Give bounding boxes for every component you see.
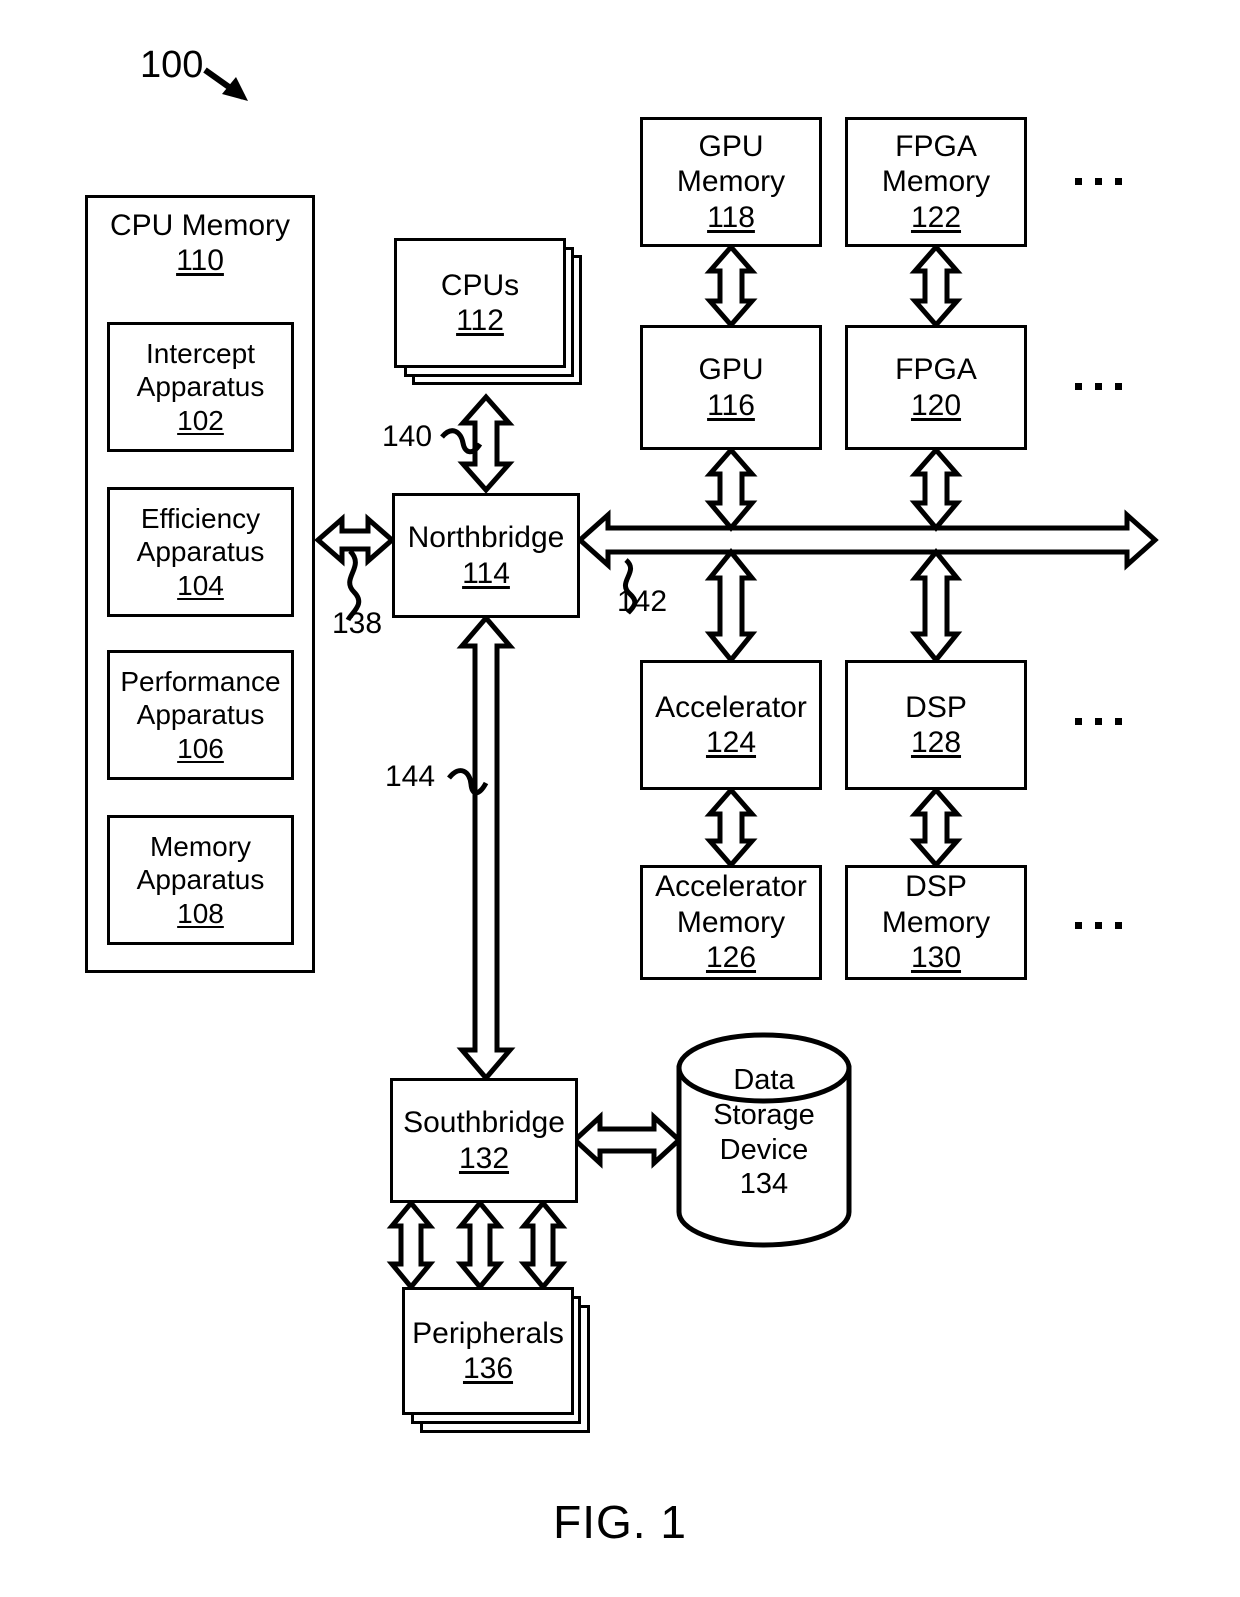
ellipsis-row-memory-top: [1075, 178, 1122, 185]
memory-apparatus-ref: 108: [177, 897, 224, 929]
performance-apparatus-box[interactable]: Performance Apparatus 106: [107, 650, 294, 780]
performance-apparatus-line1: Performance: [120, 666, 281, 698]
accelerator-bus: [576, 509, 1159, 571]
cpu-memory-ref: 110: [176, 244, 224, 278]
fpga-title: FPGA: [895, 353, 977, 387]
gpu-memory-line2: Memory: [676, 165, 786, 199]
arrow-southbridge-datastorage: [571, 1111, 683, 1169]
efficiency-apparatus-ref: 104: [177, 569, 224, 601]
connection-label-138: 138: [332, 607, 383, 640]
peripherals-title: Peripherals: [412, 1316, 564, 1350]
intercept-apparatus-line1: Intercept: [146, 338, 255, 370]
accelerator-memory-box[interactable]: Accelerator Memory 126: [640, 865, 822, 980]
arrow-southbridge-peripherals-2: [455, 1199, 505, 1291]
peripherals-box[interactable]: Peripherals 136: [402, 1287, 574, 1415]
connection-label-142: 142: [617, 585, 668, 618]
figure-caption: FIG. 1: [553, 1496, 687, 1548]
dsp-memory-box[interactable]: DSP Memory 130: [845, 865, 1027, 980]
data-storage-line2: Storage: [713, 1098, 815, 1131]
efficiency-apparatus-box[interactable]: Efficiency Apparatus 104: [107, 487, 294, 617]
gpu-memory-line1: GPU: [698, 129, 764, 163]
cpus-box[interactable]: CPUs 112: [394, 238, 566, 368]
gpu-memory-ref: 118: [707, 200, 755, 234]
accelerator-memory-line2: Memory: [676, 905, 786, 939]
efficiency-apparatus-line1: Efficiency: [140, 503, 261, 535]
leader-140: [440, 428, 483, 455]
gpu-box[interactable]: GPU 116: [640, 325, 822, 450]
accelerator-box[interactable]: Accelerator 124: [640, 660, 822, 790]
arrow-accelerator-acceleratormemory: [704, 786, 758, 869]
cpus-title: CPUs: [440, 268, 520, 302]
arrow-fpgamemory-fpga: [909, 243, 963, 329]
ellipsis-row-memory-bottom: [1075, 922, 1122, 929]
data-storage-line1: Data: [733, 1064, 795, 1096]
performance-apparatus-line2: Apparatus: [136, 699, 265, 731]
arrow-bus-dsp: [909, 548, 963, 664]
dsp-memory-ref: 130: [910, 941, 962, 975]
ellipsis-row-device-lower: [1075, 718, 1122, 725]
accelerator-memory-ref: 126: [705, 941, 757, 975]
arrow-southbridge-peripherals-3: [518, 1199, 568, 1291]
connection-label-140: 140: [382, 420, 433, 453]
fpga-memory-ref: 122: [910, 200, 962, 234]
gpu-title: GPU: [698, 353, 764, 387]
dsp-ref: 128: [910, 726, 962, 759]
memory-apparatus-line1: Memory: [149, 831, 252, 863]
arrow-cpumemory-northbridge: [314, 513, 396, 567]
northbridge-box[interactable]: Northbridge 114: [392, 493, 580, 618]
accelerator-ref: 124: [705, 726, 757, 759]
intercept-apparatus-line2: Apparatus: [136, 371, 265, 403]
arrow-cpus-northbridge: [457, 393, 515, 494]
gpu-memory-box[interactable]: GPU Memory 118: [640, 117, 822, 247]
intercept-apparatus-ref: 102: [177, 404, 224, 436]
peripherals-ref: 136: [462, 1352, 514, 1385]
fpga-ref: 120: [910, 388, 962, 422]
arrow-northbridge-southbridge: [456, 614, 516, 1082]
system-ref-arrow: [203, 67, 248, 101]
arrow-southbridge-peripherals-1: [386, 1199, 436, 1291]
fpga-memory-line2: Memory: [881, 165, 991, 199]
arrow-gpu-bus: [704, 446, 758, 532]
arrow-bus-accelerator: [704, 548, 758, 664]
fpga-memory-box[interactable]: FPGA Memory 122: [845, 117, 1027, 247]
dsp-memory-line1: DSP: [905, 870, 967, 904]
accelerator-memory-line1: Accelerator: [655, 870, 807, 904]
southbridge-title: Southbridge: [403, 1106, 565, 1140]
southbridge-ref: 132: [458, 1141, 510, 1175]
ellipsis-row-device-upper: [1075, 383, 1122, 390]
northbridge-title: Northbridge: [407, 521, 565, 555]
system-ref-label: 100: [140, 44, 204, 86]
data-storage-label: Data Storage Device 134: [679, 1063, 849, 1202]
data-storage-ref: 134: [739, 1168, 789, 1201]
cpu-memory-title: CPU Memory 110: [85, 208, 315, 279]
memory-apparatus-line2: Apparatus: [136, 864, 265, 896]
southbridge-box[interactable]: Southbridge 132: [390, 1078, 578, 1203]
fpga-memory-line1: FPGA: [895, 129, 977, 163]
gpu-ref: 116: [707, 388, 755, 422]
patent-figure-page: 100 CPU Memory 110 Intercept Apparatus 1…: [0, 0, 1240, 1597]
northbridge-ref: 114: [462, 556, 510, 590]
efficiency-apparatus-line2: Apparatus: [136, 536, 265, 568]
memory-apparatus-box[interactable]: Memory Apparatus 108: [107, 815, 294, 945]
connection-label-144: 144: [385, 760, 436, 793]
cpu-memory-title-text: CPU Memory: [109, 209, 290, 242]
data-storage-line3: Device: [719, 1133, 809, 1166]
dsp-box[interactable]: DSP 128: [845, 660, 1027, 790]
accelerator-title: Accelerator: [655, 690, 807, 724]
performance-apparatus-ref: 106: [177, 732, 224, 764]
fpga-box[interactable]: FPGA 120: [845, 325, 1027, 450]
arrow-fpga-bus: [909, 446, 963, 532]
dsp-title: DSP: [905, 690, 967, 724]
arrow-dsp-dspmemory: [909, 786, 963, 869]
intercept-apparatus-box[interactable]: Intercept Apparatus 102: [107, 322, 294, 452]
leader-144: [447, 768, 489, 796]
cpus-ref: 112: [456, 304, 504, 337]
dsp-memory-line2: Memory: [881, 905, 991, 939]
arrow-gpumemory-gpu: [704, 243, 758, 329]
